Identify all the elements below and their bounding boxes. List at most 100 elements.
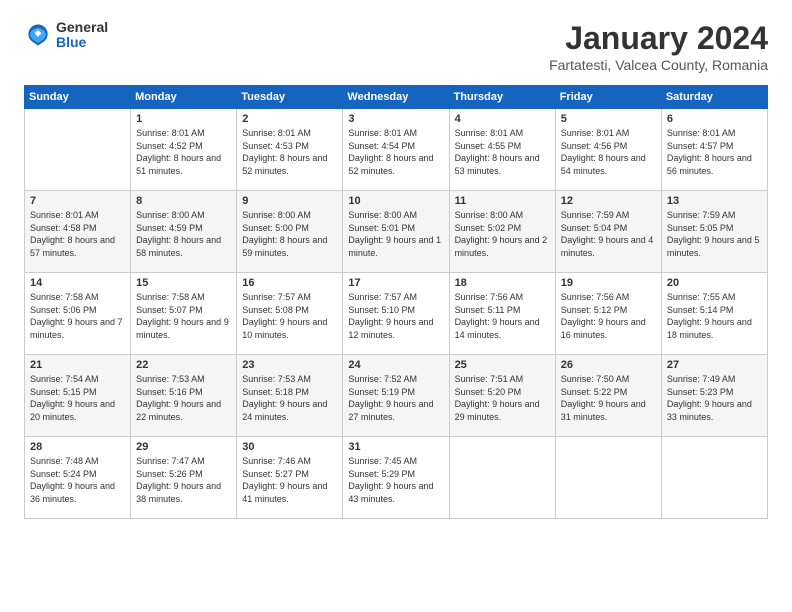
day-info: Sunrise: 8:01 AMSunset: 4:54 PMDaylight:…: [348, 128, 433, 176]
day-number: 22: [136, 359, 231, 371]
day-cell-2-0: 14 Sunrise: 7:58 AMSunset: 5:06 PMDaylig…: [25, 273, 131, 355]
day-info: Sunrise: 7:59 AMSunset: 5:04 PMDaylight:…: [561, 210, 654, 258]
header-monday: Monday: [131, 86, 237, 109]
logo-text: General Blue: [56, 20, 108, 51]
day-cell-3-1: 22 Sunrise: 7:53 AMSunset: 5:16 PMDaylig…: [131, 355, 237, 437]
day-info: Sunrise: 7:59 AMSunset: 5:05 PMDaylight:…: [667, 210, 760, 258]
header-thursday: Thursday: [449, 86, 555, 109]
day-cell-1-3: 10 Sunrise: 8:00 AMSunset: 5:01 PMDaylig…: [343, 191, 449, 273]
day-number: 4: [455, 113, 550, 125]
day-info: Sunrise: 7:58 AMSunset: 5:06 PMDaylight:…: [30, 292, 123, 340]
day-cell-3-2: 23 Sunrise: 7:53 AMSunset: 5:18 PMDaylig…: [237, 355, 343, 437]
day-cell-2-3: 17 Sunrise: 7:57 AMSunset: 5:10 PMDaylig…: [343, 273, 449, 355]
header-wednesday: Wednesday: [343, 86, 449, 109]
day-number: 11: [455, 195, 550, 207]
day-info: Sunrise: 7:47 AMSunset: 5:26 PMDaylight:…: [136, 456, 221, 504]
logo-blue-text: Blue: [56, 35, 108, 50]
day-cell-2-6: 20 Sunrise: 7:55 AMSunset: 5:14 PMDaylig…: [661, 273, 767, 355]
day-cell-4-5: [555, 437, 661, 519]
day-number: 28: [30, 441, 125, 453]
day-info: Sunrise: 7:56 AMSunset: 5:11 PMDaylight:…: [455, 292, 540, 340]
day-info: Sunrise: 7:53 AMSunset: 5:16 PMDaylight:…: [136, 374, 221, 422]
week-row-3: 14 Sunrise: 7:58 AMSunset: 5:06 PMDaylig…: [25, 273, 768, 355]
week-row-1: 1 Sunrise: 8:01 AMSunset: 4:52 PMDayligh…: [25, 109, 768, 191]
day-number: 1: [136, 113, 231, 125]
day-number: 26: [561, 359, 656, 371]
day-cell-4-1: 29 Sunrise: 7:47 AMSunset: 5:26 PMDaylig…: [131, 437, 237, 519]
title-block: January 2024 Fartatesti, Valcea County, …: [549, 20, 768, 73]
day-info: Sunrise: 8:00 AMSunset: 5:00 PMDaylight:…: [242, 210, 327, 258]
day-cell-0-6: 6 Sunrise: 8:01 AMSunset: 4:57 PMDayligh…: [661, 109, 767, 191]
day-cell-3-6: 27 Sunrise: 7:49 AMSunset: 5:23 PMDaylig…: [661, 355, 767, 437]
day-number: 6: [667, 113, 762, 125]
day-cell-4-3: 31 Sunrise: 7:45 AMSunset: 5:29 PMDaylig…: [343, 437, 449, 519]
day-info: Sunrise: 7:49 AMSunset: 5:23 PMDaylight:…: [667, 374, 752, 422]
day-number: 31: [348, 441, 443, 453]
day-number: 29: [136, 441, 231, 453]
day-info: Sunrise: 7:50 AMSunset: 5:22 PMDaylight:…: [561, 374, 646, 422]
week-row-4: 21 Sunrise: 7:54 AMSunset: 5:15 PMDaylig…: [25, 355, 768, 437]
header-saturday: Saturday: [661, 86, 767, 109]
day-info: Sunrise: 7:55 AMSunset: 5:14 PMDaylight:…: [667, 292, 752, 340]
day-number: 23: [242, 359, 337, 371]
day-info: Sunrise: 8:01 AMSunset: 4:57 PMDaylight:…: [667, 128, 752, 176]
day-number: 14: [30, 277, 125, 289]
day-cell-4-0: 28 Sunrise: 7:48 AMSunset: 5:24 PMDaylig…: [25, 437, 131, 519]
day-number: 19: [561, 277, 656, 289]
day-info: Sunrise: 7:54 AMSunset: 5:15 PMDaylight:…: [30, 374, 115, 422]
day-number: 24: [348, 359, 443, 371]
day-number: 17: [348, 277, 443, 289]
day-number: 2: [242, 113, 337, 125]
day-cell-0-3: 3 Sunrise: 8:01 AMSunset: 4:54 PMDayligh…: [343, 109, 449, 191]
day-cell-1-5: 12 Sunrise: 7:59 AMSunset: 5:04 PMDaylig…: [555, 191, 661, 273]
day-cell-2-5: 19 Sunrise: 7:56 AMSunset: 5:12 PMDaylig…: [555, 273, 661, 355]
day-info: Sunrise: 7:58 AMSunset: 5:07 PMDaylight:…: [136, 292, 229, 340]
day-info: Sunrise: 8:00 AMSunset: 5:01 PMDaylight:…: [348, 210, 441, 258]
logo-icon: [24, 21, 52, 49]
day-cell-1-4: 11 Sunrise: 8:00 AMSunset: 5:02 PMDaylig…: [449, 191, 555, 273]
month-title: January 2024: [549, 20, 768, 57]
day-info: Sunrise: 7:57 AMSunset: 5:10 PMDaylight:…: [348, 292, 433, 340]
day-number: 30: [242, 441, 337, 453]
day-cell-4-2: 30 Sunrise: 7:46 AMSunset: 5:27 PMDaylig…: [237, 437, 343, 519]
day-cell-3-5: 26 Sunrise: 7:50 AMSunset: 5:22 PMDaylig…: [555, 355, 661, 437]
day-info: Sunrise: 8:00 AMSunset: 5:02 PMDaylight:…: [455, 210, 548, 258]
header: General Blue January 2024 Fartatesti, Va…: [24, 20, 768, 73]
day-number: 13: [667, 195, 762, 207]
day-number: 16: [242, 277, 337, 289]
day-number: 9: [242, 195, 337, 207]
location: Fartatesti, Valcea County, Romania: [549, 57, 768, 73]
day-info: Sunrise: 8:01 AMSunset: 4:58 PMDaylight:…: [30, 210, 115, 258]
day-info: Sunrise: 7:45 AMSunset: 5:29 PMDaylight:…: [348, 456, 433, 504]
day-number: 18: [455, 277, 550, 289]
days-header-row: Sunday Monday Tuesday Wednesday Thursday…: [25, 86, 768, 109]
day-info: Sunrise: 8:01 AMSunset: 4:53 PMDaylight:…: [242, 128, 327, 176]
page: General Blue January 2024 Fartatesti, Va…: [0, 0, 792, 612]
day-cell-1-6: 13 Sunrise: 7:59 AMSunset: 5:05 PMDaylig…: [661, 191, 767, 273]
day-info: Sunrise: 7:56 AMSunset: 5:12 PMDaylight:…: [561, 292, 646, 340]
calendar-table: Sunday Monday Tuesday Wednesday Thursday…: [24, 85, 768, 519]
day-number: 3: [348, 113, 443, 125]
day-cell-4-4: [449, 437, 555, 519]
week-row-5: 28 Sunrise: 7:48 AMSunset: 5:24 PMDaylig…: [25, 437, 768, 519]
day-number: 10: [348, 195, 443, 207]
day-number: 21: [30, 359, 125, 371]
day-info: Sunrise: 8:00 AMSunset: 4:59 PMDaylight:…: [136, 210, 221, 258]
day-info: Sunrise: 7:48 AMSunset: 5:24 PMDaylight:…: [30, 456, 115, 504]
day-cell-1-1: 8 Sunrise: 8:00 AMSunset: 4:59 PMDayligh…: [131, 191, 237, 273]
day-cell-0-5: 5 Sunrise: 8:01 AMSunset: 4:56 PMDayligh…: [555, 109, 661, 191]
day-info: Sunrise: 8:01 AMSunset: 4:56 PMDaylight:…: [561, 128, 646, 176]
day-info: Sunrise: 7:57 AMSunset: 5:08 PMDaylight:…: [242, 292, 327, 340]
day-cell-1-2: 9 Sunrise: 8:00 AMSunset: 5:00 PMDayligh…: [237, 191, 343, 273]
day-cell-0-4: 4 Sunrise: 8:01 AMSunset: 4:55 PMDayligh…: [449, 109, 555, 191]
day-number: 20: [667, 277, 762, 289]
day-cell-4-6: [661, 437, 767, 519]
day-number: 7: [30, 195, 125, 207]
day-cell-2-1: 15 Sunrise: 7:58 AMSunset: 5:07 PMDaylig…: [131, 273, 237, 355]
day-info: Sunrise: 7:46 AMSunset: 5:27 PMDaylight:…: [242, 456, 327, 504]
logo: General Blue: [24, 20, 108, 51]
week-row-2: 7 Sunrise: 8:01 AMSunset: 4:58 PMDayligh…: [25, 191, 768, 273]
header-sunday: Sunday: [25, 86, 131, 109]
day-number: 27: [667, 359, 762, 371]
day-cell-3-3: 24 Sunrise: 7:52 AMSunset: 5:19 PMDaylig…: [343, 355, 449, 437]
